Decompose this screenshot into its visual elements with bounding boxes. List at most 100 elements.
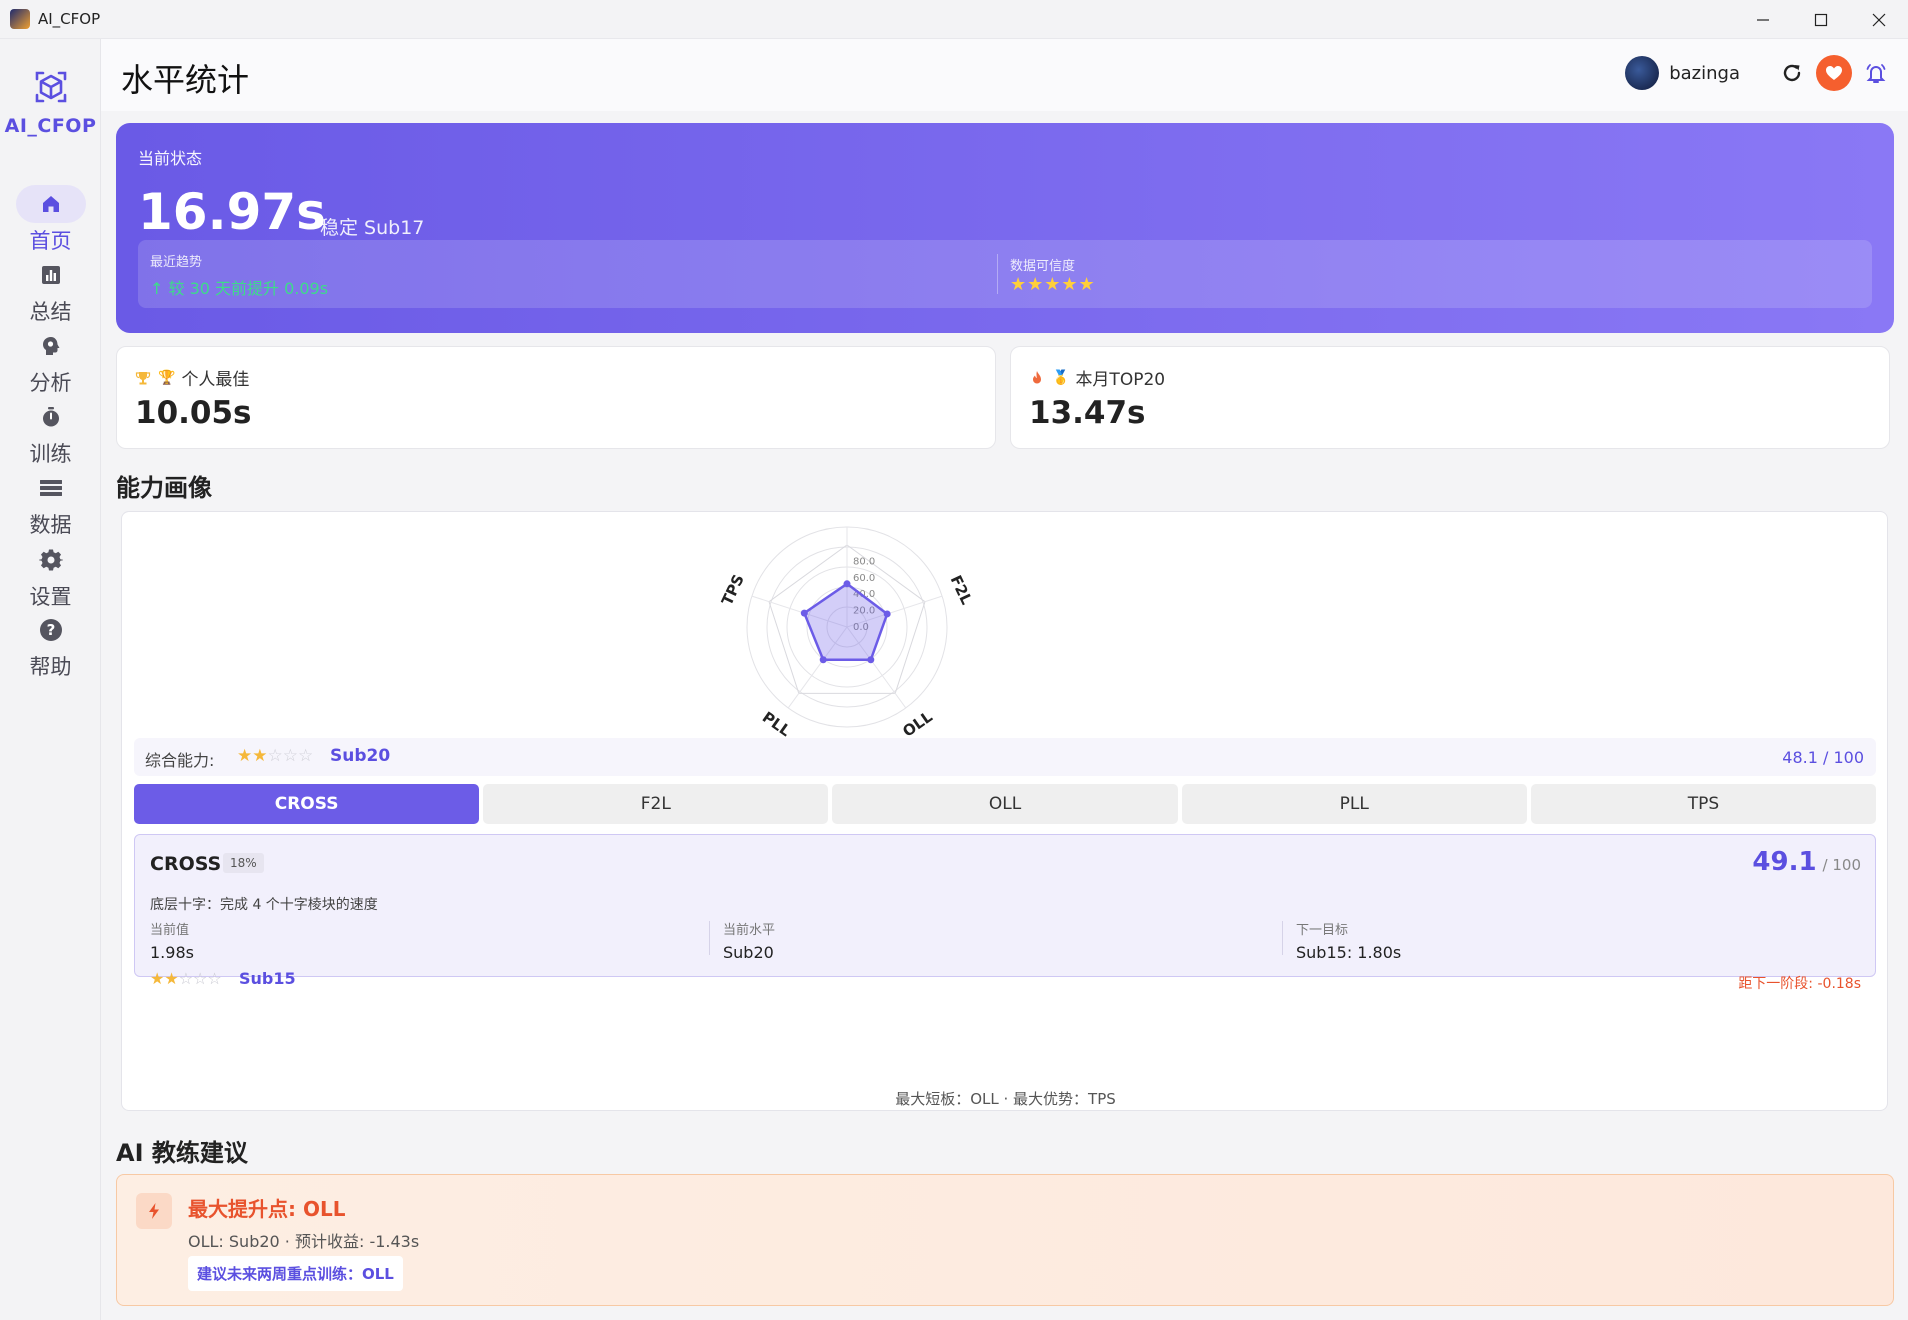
star-filled-icon: ★ [237, 746, 253, 766]
overall-ability-level: Sub20 [330, 746, 391, 766]
maximize-icon [1814, 13, 1828, 26]
maximize-button[interactable] [1792, 0, 1850, 39]
ability-detail-panel: CROSS 18% 49.1 / 100 底层十字：完成 4 个十字棱块的速度 当… [134, 834, 1876, 992]
star-filled-icon: ★ [252, 746, 268, 766]
favorite-button[interactable] [1816, 55, 1852, 91]
overall-ability-label: 综合能力: [145, 751, 215, 770]
sidebar-item-settings[interactable]: 设置 [0, 541, 101, 621]
advice-tag: 建议未来两周重点训练：OLL [188, 1256, 403, 1291]
monthly-top20-label: 本月TOP20 [1075, 370, 1166, 390]
bar-chart-icon [41, 266, 60, 284]
window-titlebar: AI_CFOP [0, 0, 1908, 39]
confidence-label: 数据可信度 [1010, 259, 1076, 274]
notification-button[interactable] [1858, 55, 1894, 91]
shortfall-summary: 最大短板：OLL · 最大优势：TPS [895, 1090, 1116, 1108]
star-filled-icon: ★ [164, 969, 179, 988]
lightning-icon [149, 1203, 159, 1219]
tab-tps[interactable]: TPS [1530, 784, 1877, 824]
radar-axis-label: CROSS [819, 512, 875, 516]
divider [709, 921, 710, 955]
detail-gap: 距下一阶段: -0.18s [1738, 976, 1861, 992]
radar-axis-label: PLL [759, 708, 794, 740]
gear-icon [38, 549, 63, 571]
radar-data-point [800, 609, 808, 617]
refresh-button[interactable] [1774, 55, 1810, 91]
metric-value: 1.98s [150, 943, 194, 962]
current-status-card: 当前状态 16.97s 稳定 Sub17 最近趋势 ↑ 较 30 天前提升 0.… [116, 123, 1894, 333]
fire-icon [1033, 370, 1041, 383]
sidebar-item-label: 总结 [29, 300, 72, 324]
sidebar: AI_CFOP 首页 总结 分析 训练 数据 设置 ? 帮助 [0, 39, 101, 1320]
trend-label: 最近趋势 [150, 255, 203, 270]
divider [1282, 921, 1283, 955]
close-button[interactable] [1850, 0, 1908, 39]
status-details: 最近趋势 ↑ 较 30 天前提升 0.09s 数据可信度 ★★★★★ [138, 240, 1872, 308]
metric-next-goal: 下一目标 Sub15: 1.80s [1296, 919, 1401, 962]
star-filled-icon: ★ [150, 969, 165, 988]
username[interactable]: bazinga [1669, 63, 1740, 84]
metric-current-value: 当前值 1.98s [150, 919, 194, 962]
trophy-icon [135, 371, 151, 384]
star-empty-icon: ☆ [298, 746, 314, 766]
radar-chart: 0.020.040.060.080.0CROSSF2LOLLPLLTPS [718, 512, 976, 741]
window-controls [1734, 0, 1908, 39]
ability-tabs: CROSS F2L OLL PLL TPS [134, 784, 1877, 824]
star-empty-icon: ☆ [178, 969, 194, 988]
sidebar-item-label: 帮助 [29, 655, 72, 679]
page-title: 水平统计 [121, 61, 250, 99]
trend-value: ↑ 较 30 天前提升 0.09s [150, 279, 329, 298]
radar-data-point [843, 580, 851, 588]
monthly-top20-header: 🥇 本月TOP20 [1029, 365, 1165, 390]
sidebar-item-help[interactable]: ? 帮助 [0, 611, 101, 691]
star-empty-icon: ☆ [193, 969, 208, 988]
sidebar-item-summary[interactable]: 总结 [0, 256, 101, 336]
radar-tick-label: 80.0 [853, 556, 875, 567]
sidebar-item-label: 设置 [29, 585, 72, 609]
detail-description: 底层十字：完成 4 个十字棱块的速度 [150, 897, 378, 913]
overall-ability-score: 48.1 / 100 [1782, 748, 1864, 767]
sidebar-item-analysis[interactable]: 分析 [0, 327, 101, 407]
status-stable-level: 稳定 Sub17 [320, 217, 425, 239]
metric-label: 当前水平 [723, 923, 776, 938]
minimize-icon [1757, 18, 1769, 21]
radar-axis-label: TPS [718, 572, 748, 609]
divider [997, 254, 998, 294]
radar-tick-label: 60.0 [853, 573, 875, 584]
app-icon [10, 9, 30, 29]
home-icon [42, 196, 59, 212]
tab-cross[interactable]: CROSS [134, 784, 480, 824]
overall-ability-stars: ★★☆☆☆ [237, 746, 313, 766]
sidebar-item-label: 训练 [29, 442, 72, 466]
personal-best-emoji: 🏆 [158, 369, 176, 386]
heart-icon [1826, 66, 1842, 80]
list-icon [39, 480, 62, 496]
personal-best-value: 10.05s [135, 395, 252, 431]
advice-section-title: AI 教练建议 [116, 1139, 248, 1167]
sidebar-item-home[interactable]: 首页 [0, 185, 101, 265]
avatar[interactable] [1625, 56, 1660, 90]
radar-data-point [819, 656, 827, 664]
personal-best-label: 个人最佳 [181, 370, 250, 390]
confidence-stars: ★★★★★ [1010, 274, 1096, 295]
sidebar-item-training[interactable]: 训练 [0, 398, 101, 478]
detail-level: Sub15 [239, 969, 296, 988]
ability-card: 0.020.040.060.080.0CROSSF2LOLLPLLTPS 综合能… [121, 511, 1888, 1111]
sidebar-item-data[interactable]: 数据 [0, 469, 101, 549]
personal-best-card: 🏆 个人最佳 10.05s [116, 346, 996, 449]
minimize-button[interactable] [1734, 0, 1792, 39]
radar-axis-label: OLL [899, 707, 936, 740]
tab-f2l[interactable]: F2L [483, 784, 829, 824]
detail-score-max: / 100 [1822, 856, 1861, 874]
detail-score-value: 49.1 [1752, 847, 1817, 877]
advice-subtitle: OLL: Sub20 · 预计收益: -1.43s [188, 1232, 420, 1251]
detail-score: 49.1 / 100 [1752, 847, 1861, 877]
monthly-top20-value: 13.47s [1029, 395, 1146, 431]
monthly-top20-card: 🥇 本月TOP20 13.47s [1010, 346, 1890, 449]
tab-pll[interactable]: PLL [1181, 784, 1527, 824]
metric-label: 当前值 [150, 923, 190, 938]
ability-section-title: 能力画像 [116, 474, 212, 502]
advice-title: 最大提升点: OLL [188, 1197, 346, 1221]
radar-data-point [867, 656, 875, 664]
tab-oll[interactable]: OLL [832, 784, 1178, 824]
app-logo[interactable]: AI_CFOP [0, 67, 101, 137]
